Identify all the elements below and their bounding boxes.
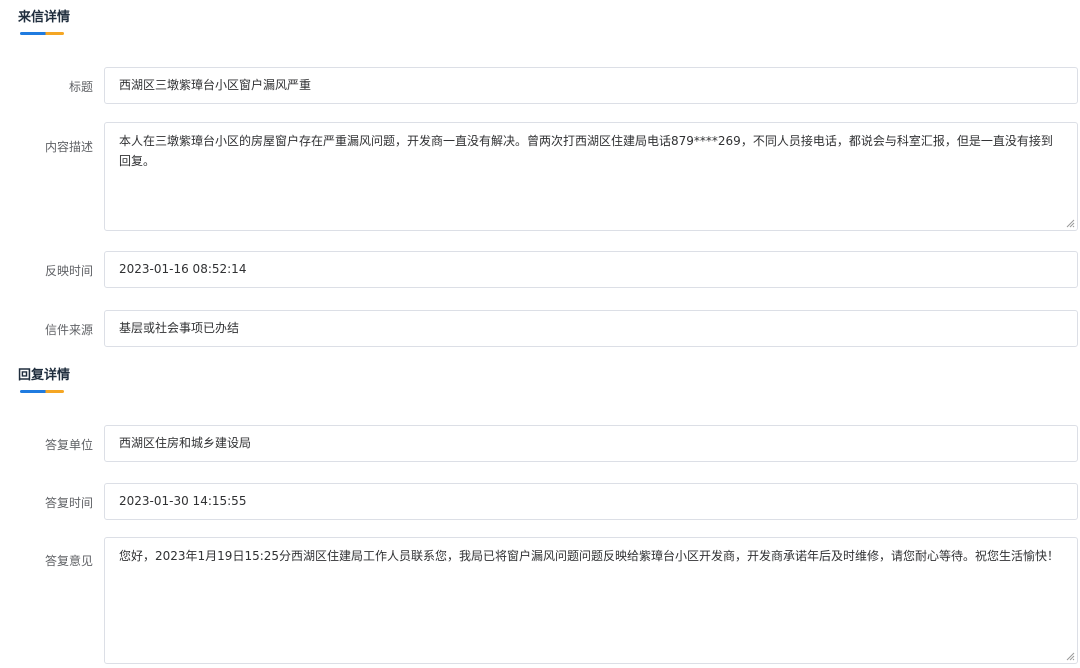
reply-unit-field[interactable]: 西湖区住房和城乡建设局 [104, 425, 1078, 462]
reply-opinion-textarea[interactable]: 您好，2023年1月19日15:25分西湖区住建局工作人员联系您，我局已将窗户漏… [104, 537, 1078, 664]
label-content: 内容描述 [44, 140, 93, 154]
reply-opinion-text: 您好，2023年1月19日15:25分西湖区住建局工作人员联系您，我局已将窗户漏… [119, 549, 1060, 563]
resize-handle-icon[interactable] [1065, 651, 1075, 661]
reply-time-field[interactable]: 2023-01-30 14:15:55 [104, 483, 1078, 520]
section-title-letter: 来信详情 [18, 10, 71, 25]
content-textarea[interactable]: 本人在三墩紫璋台小区的房屋窗户存在严重漏风问题，开发商一直没有解决。曾两次打西湖… [104, 122, 1078, 231]
label-reply-time: 答复时间 [44, 496, 93, 510]
label-source: 信件来源 [44, 323, 93, 337]
resize-handle-icon[interactable] [1065, 218, 1075, 228]
report-time-field[interactable]: 2023-01-16 08:52:14 [104, 251, 1078, 288]
label-report-time: 反映时间 [44, 264, 93, 278]
title-field[interactable]: 西湖区三墩紫璋台小区窗户漏风严重 [104, 67, 1078, 104]
detail-page: 来信详情 标题 西湖区三墩紫璋台小区窗户漏风严重 内容描述 本人在三墩紫璋台小区… [0, 0, 1080, 668]
content-text: 本人在三墩紫璋台小区的房屋窗户存在严重漏风问题，开发商一直没有解决。曾两次打西湖… [119, 134, 1053, 168]
label-reply-unit: 答复单位 [44, 438, 93, 452]
section-title-reply: 回复详情 [18, 368, 71, 383]
source-field[interactable]: 基层或社会事项已办结 [104, 310, 1078, 347]
label-title: 标题 [68, 80, 93, 94]
section-underline-letter [20, 32, 64, 35]
label-reply-opinion: 答复意见 [44, 554, 93, 568]
section-underline-reply [20, 390, 64, 393]
